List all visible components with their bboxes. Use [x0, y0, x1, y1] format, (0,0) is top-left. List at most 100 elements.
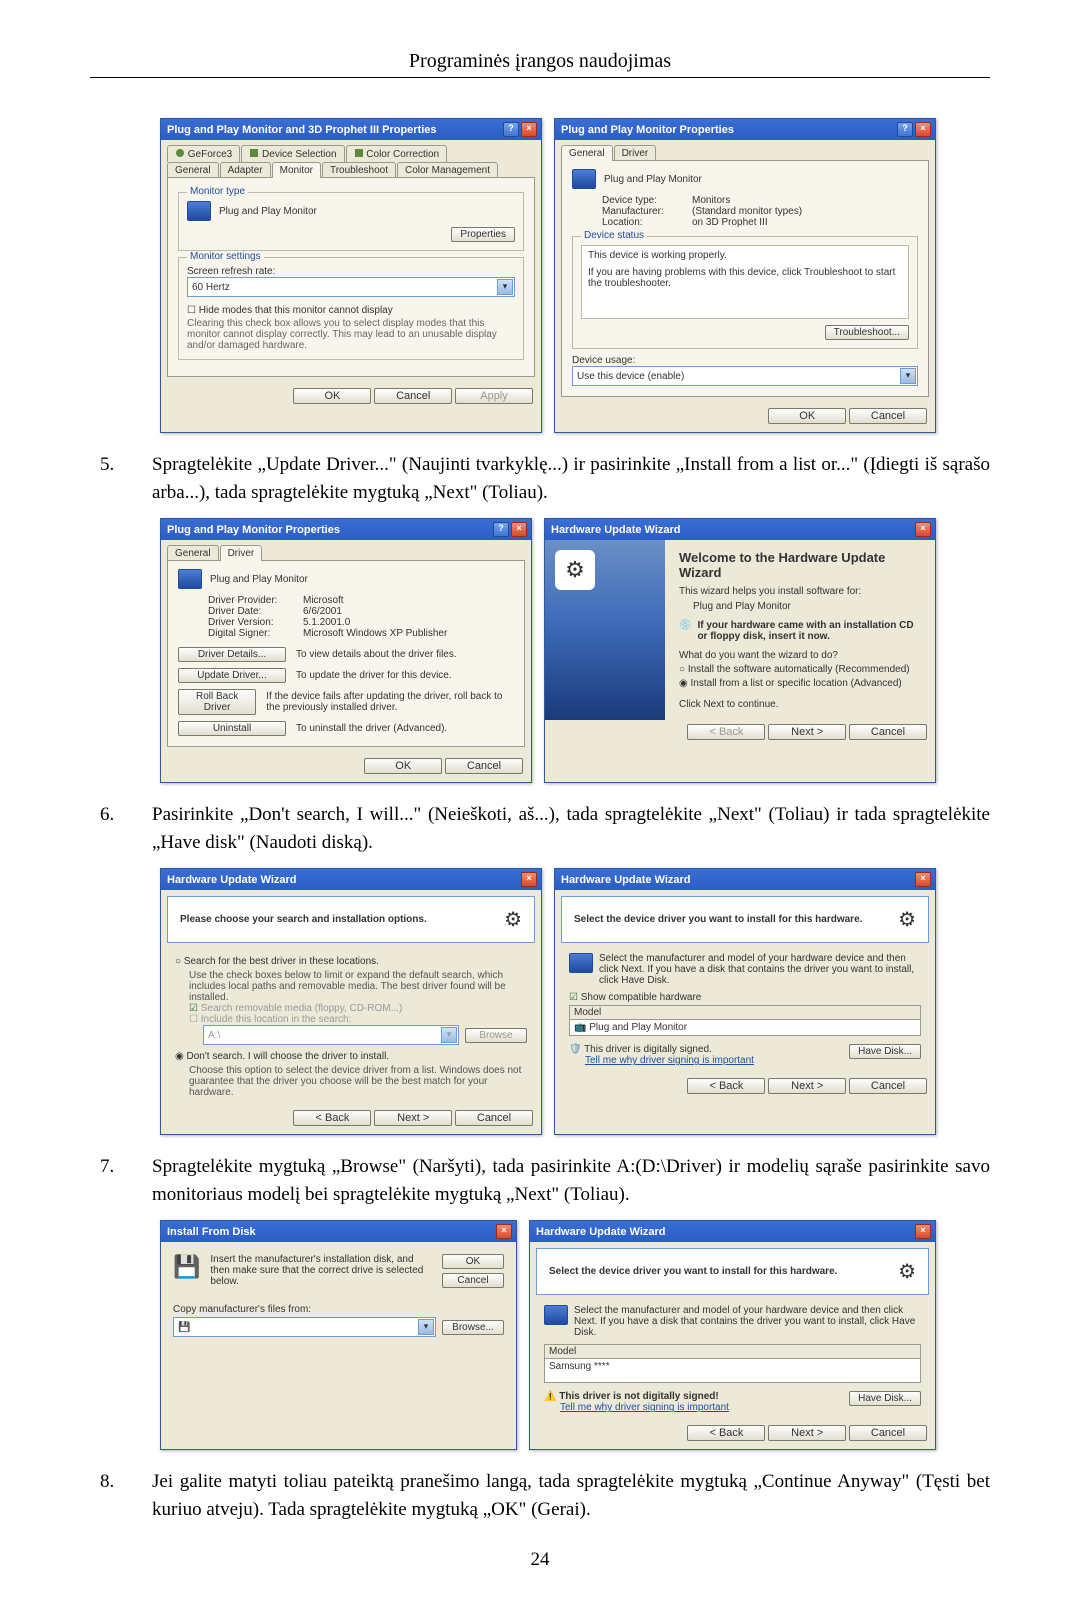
cancel-button[interactable]: Cancel — [849, 1078, 927, 1094]
check-include-location[interactable]: Include this location in the search: — [189, 1014, 527, 1025]
browse-button[interactable]: Browse... — [442, 1320, 504, 1335]
properties-button[interactable]: Properties — [451, 227, 515, 242]
tab-general[interactable]: General — [167, 162, 219, 178]
cancel-button[interactable]: Cancel — [849, 408, 927, 424]
tab-device-selection[interactable]: Device Selection — [241, 145, 344, 162]
chevron-down-icon[interactable]: ▾ — [418, 1319, 434, 1335]
device-status-box: This device is working properly. If you … — [581, 245, 909, 319]
driver-provider-value: Microsoft — [303, 595, 344, 606]
have-disk-button[interactable]: Have Disk... — [849, 1044, 921, 1059]
certificate-icon: 🛡️ — [569, 1044, 581, 1055]
monitor-icon — [572, 169, 596, 189]
hide-modes-checkbox[interactable]: Hide modes that this monitor cannot disp… — [187, 305, 515, 316]
chevron-down-icon[interactable]: ▾ — [900, 368, 916, 384]
chevron-down-icon[interactable]: ▾ — [441, 1027, 457, 1043]
driver-date-label: Driver Date: — [208, 606, 303, 617]
help-icon[interactable]: ? — [503, 122, 519, 137]
chevron-down-icon[interactable]: ▾ — [497, 279, 513, 295]
next-button[interactable]: Next > — [768, 1425, 846, 1441]
driver-version-value: 5.1.2001.0 — [303, 617, 350, 628]
disk-icon: 💾 — [173, 1254, 200, 1280]
tab-general[interactable]: General — [167, 545, 219, 561]
tab-adapter[interactable]: Adapter — [220, 162, 271, 178]
ok-button[interactable]: OK — [293, 388, 371, 404]
next-button[interactable]: Next > — [768, 724, 846, 740]
tab-troubleshoot[interactable]: Troubleshoot — [322, 162, 396, 178]
title-text: Plug and Play Monitor Properties — [561, 124, 734, 136]
uninstall-button[interactable]: Uninstall — [178, 721, 286, 736]
title-text: Hardware Update Wizard — [551, 524, 681, 536]
model-item[interactable]: 📺 Plug and Play Monitor — [570, 1020, 920, 1035]
device-type-value: Monitors — [692, 195, 730, 206]
close-icon[interactable]: × — [915, 522, 931, 537]
close-icon[interactable]: × — [915, 872, 931, 887]
driver-date-value: 6/6/2001 — [303, 606, 342, 617]
tab-driver[interactable]: Driver — [614, 145, 657, 161]
device-name: Plug and Play Monitor — [210, 574, 308, 585]
tell-me-link[interactable]: Tell me why driver signing is important — [585, 1055, 754, 1066]
next-button[interactable]: Next > — [768, 1078, 846, 1094]
help-icon[interactable]: ? — [493, 522, 509, 537]
cancel-button[interactable]: Cancel — [455, 1110, 533, 1126]
ok-button[interactable]: OK — [442, 1254, 504, 1269]
troubleshoot-button[interactable]: Troubleshoot... — [825, 325, 909, 340]
update-driver-button[interactable]: Update Driver... — [178, 668, 286, 683]
location-dropdown[interactable]: A:\▾ — [203, 1025, 459, 1045]
titlebar: Plug and Play Monitor and 3D Prophet III… — [161, 119, 541, 140]
option-dont-search[interactable]: Don't search. I will choose the driver t… — [175, 1051, 527, 1062]
close-icon[interactable]: × — [511, 522, 527, 537]
close-icon[interactable]: × — [496, 1224, 512, 1239]
dialog-monitor-properties-driver: Plug and Play Monitor Properties ?× Gene… — [160, 518, 532, 783]
close-icon[interactable]: × — [915, 1224, 931, 1239]
next-button[interactable]: Next > — [374, 1110, 452, 1126]
ok-button[interactable]: OK — [768, 408, 846, 424]
close-icon[interactable]: × — [521, 872, 537, 887]
copy-from-dropdown[interactable]: 💾 ▾ — [173, 1317, 436, 1337]
have-disk-button[interactable]: Have Disk... — [849, 1391, 921, 1406]
option-search-best-driver[interactable]: Search for the best driver in these loca… — [175, 956, 527, 967]
update-driver-desc: To update the driver for this device. — [296, 670, 452, 681]
title-text: Plug and Play Monitor Properties — [167, 524, 340, 536]
device-usage-dropdown[interactable]: Use this device (enable)▾ — [572, 366, 918, 386]
cancel-button[interactable]: Cancel — [849, 1425, 927, 1441]
back-button[interactable]: < Back — [687, 1425, 765, 1441]
tab-color-management[interactable]: Color Management — [397, 162, 498, 178]
step-number: 5. — [100, 451, 152, 506]
back-button[interactable]: < Back — [687, 724, 765, 740]
apply-button[interactable]: Apply — [455, 388, 533, 404]
ok-button[interactable]: OK — [364, 758, 442, 774]
roll-back-desc: If the device fails after updating the d… — [266, 691, 514, 713]
tab-geforce3[interactable]: GeForce3 — [167, 145, 240, 162]
back-button[interactable]: < Back — [293, 1110, 371, 1126]
refresh-rate-dropdown[interactable]: 60 Hertz▾ — [187, 277, 515, 297]
option-install-from-list[interactable]: Install from a list or specific location… — [679, 678, 921, 689]
help-icon[interactable]: ? — [897, 122, 913, 137]
title-text: Hardware Update Wizard — [167, 874, 297, 886]
copy-from-label: Copy manufacturer's files from: — [173, 1304, 504, 1315]
browse-button[interactable]: Browse — [465, 1028, 527, 1043]
cancel-button[interactable]: Cancel — [849, 724, 927, 740]
tab-color-correction[interactable]: Color Correction — [346, 145, 448, 162]
wizard-icon: ⚙ — [898, 1259, 916, 1284]
wizard-note: Select the manufacturer and model of you… — [599, 953, 921, 986]
close-icon[interactable]: × — [915, 122, 931, 137]
cd-icon: 💿 — [679, 620, 691, 642]
back-button[interactable]: < Back — [687, 1078, 765, 1094]
unsigned-label: This driver is not digitally signed! — [559, 1391, 718, 1402]
tab-monitor[interactable]: Monitor — [272, 162, 321, 178]
cancel-button[interactable]: Cancel — [445, 758, 523, 774]
option-auto-install[interactable]: Install the software automatically (Reco… — [679, 664, 921, 675]
tab-driver[interactable]: Driver — [220, 545, 263, 561]
check-search-media[interactable]: Search removable media (floppy, CD-ROM..… — [189, 1003, 527, 1014]
cancel-button[interactable]: Cancel — [442, 1273, 504, 1288]
tell-me-link[interactable]: Tell me why driver signing is important — [560, 1402, 729, 1413]
roll-back-driver-button[interactable]: Roll Back Driver — [178, 689, 256, 715]
divider — [90, 77, 990, 78]
digital-signer-label: Digital Signer: — [208, 628, 303, 639]
cancel-button[interactable]: Cancel — [374, 388, 452, 404]
close-icon[interactable]: × — [521, 122, 537, 137]
model-item[interactable]: Samsung **** — [545, 1359, 920, 1382]
tab-general[interactable]: General — [561, 145, 613, 161]
driver-details-button[interactable]: Driver Details... — [178, 647, 286, 662]
check-show-compatible[interactable]: Show compatible hardware — [569, 992, 921, 1003]
